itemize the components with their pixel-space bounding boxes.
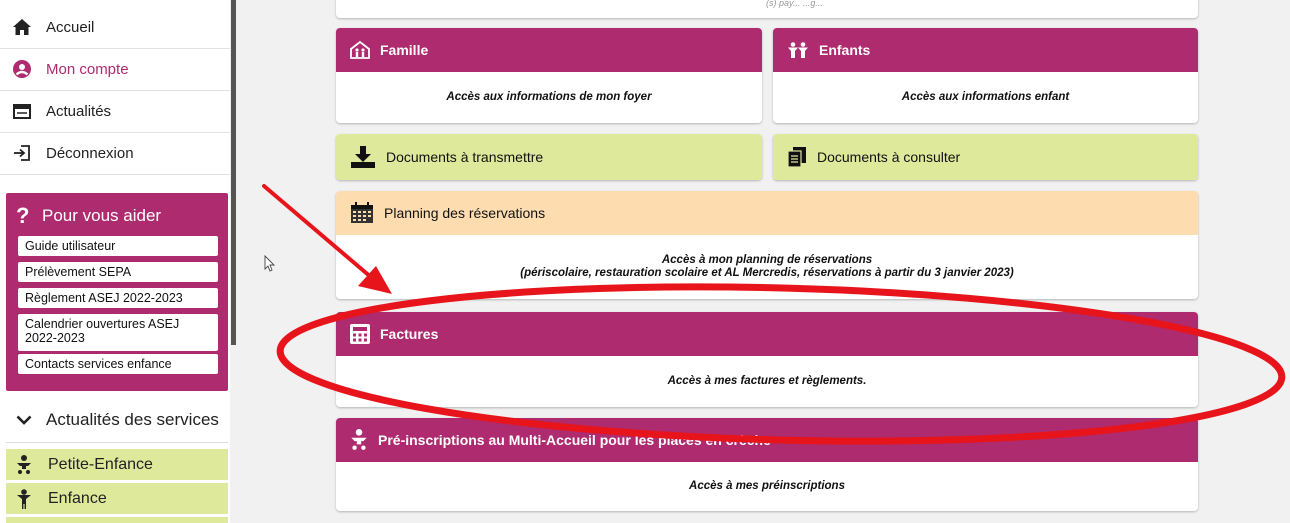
card-docs-view[interactable]: Documents à consulter — [773, 134, 1198, 180]
mouse-cursor-icon — [264, 254, 276, 272]
card-preinscriptions[interactable]: Pré-inscriptions au Multi-Accueil pour l… — [336, 418, 1198, 511]
nav-account-label: Mon compte — [46, 60, 129, 78]
card-planning-body-line2: (périscolaire, restauration scolaire et … — [520, 267, 1014, 279]
chevron-down-icon — [16, 415, 32, 425]
baby-icon — [16, 454, 32, 475]
child-icon — [16, 488, 32, 509]
service-petite-enfance-label: Petite-Enfance — [48, 455, 153, 473]
nav-logout[interactable]: Déconnexion — [0, 132, 230, 175]
card-preinscriptions-title: Pré-inscriptions au Multi-Accueil pour l… — [378, 432, 771, 448]
services-news-label: Actualités des services — [46, 410, 219, 429]
help-link-guide[interactable]: Guide utilisateur — [18, 236, 218, 256]
service-enfance[interactable]: Enfance — [6, 483, 228, 514]
calculator-icon — [350, 324, 370, 344]
baby-icon — [350, 429, 368, 451]
family-icon — [350, 41, 370, 59]
help-title: ? Pour vous aider — [16, 203, 161, 229]
user-circle-icon — [12, 60, 32, 78]
help-link-sepa[interactable]: Prélèvement SEPA — [18, 262, 218, 282]
card-enfants-header: Enfants — [773, 28, 1198, 72]
news-icon — [12, 103, 32, 119]
card-enfants[interactable]: Enfants Accès aux informations enfant — [773, 28, 1198, 123]
card-planning-title: Planning des réservations — [384, 205, 546, 221]
card-famille-title: Famille — [380, 42, 429, 58]
card-famille-header: Famille — [336, 28, 762, 72]
card-docs-send-title: Documents à transmettre — [386, 149, 544, 165]
service-enfance-label: Enfance — [48, 489, 107, 507]
card-planning-header: Planning des réservations — [336, 191, 1198, 235]
help-link-contacts[interactable]: Contacts services enfance — [18, 354, 218, 374]
nav-home-label: Accueil — [46, 18, 95, 36]
card-factures-body: Accès à mes factures et règlements. — [667, 375, 867, 387]
question-icon: ? — [16, 203, 30, 228]
download-icon — [350, 145, 376, 169]
logout-icon — [12, 145, 32, 161]
card-docs-view-header: Documents à consulter — [773, 134, 1198, 180]
sidebar: Accueil Mon compte Actualités Déconnexio… — [0, 0, 230, 523]
service-item-partial — [6, 517, 228, 523]
home-icon — [12, 19, 32, 35]
help-link-reglement[interactable]: Règlement ASEJ 2022-2023 — [18, 288, 218, 308]
card-docs-send[interactable]: Documents à transmettre — [336, 134, 762, 180]
help-link-calendrier[interactable]: Calendrier ouvertures ASEJ 2022-2023 — [18, 314, 218, 351]
card-top-partial-text: (s) pay... ...g... — [766, 0, 823, 8]
services-news-toggle[interactable]: Actualités des services — [6, 398, 228, 443]
card-famille[interactable]: Famille Accès aux informations de mon fo… — [336, 28, 762, 123]
card-factures-title: Factures — [380, 326, 439, 342]
calendar-icon — [350, 202, 374, 224]
card-famille-body: Accès aux informations de mon foyer — [446, 91, 652, 103]
card-enfants-body: Accès aux informations enfant — [901, 91, 1070, 103]
nav-home[interactable]: Accueil — [0, 6, 230, 49]
card-preinscriptions-header: Pré-inscriptions au Multi-Accueil pour l… — [336, 418, 1198, 462]
card-docs-send-header: Documents à transmettre — [336, 134, 762, 180]
card-docs-view-title: Documents à consulter — [817, 149, 961, 165]
sidebar-scrollbar[interactable] — [231, 0, 236, 345]
card-factures[interactable]: Factures Accès à mes factures et règleme… — [336, 312, 1198, 407]
help-panel: ? Pour vous aider Guide utilisateur Prél… — [6, 193, 228, 391]
nav-news-label: Actualités — [46, 102, 112, 120]
nav-logout-label: Déconnexion — [46, 144, 134, 162]
card-top-partial: (s) pay... ...g... — [336, 0, 1198, 18]
card-factures-header: Factures — [336, 312, 1198, 356]
children-icon — [787, 42, 809, 58]
card-preinscriptions-body: Accès à mes préinscriptions — [689, 480, 845, 492]
service-petite-enfance[interactable]: Petite-Enfance — [6, 449, 228, 480]
card-planning[interactable]: Planning des réservations Accès à mon pl… — [336, 191, 1198, 299]
nav-news[interactable]: Actualités — [0, 90, 230, 133]
nav-account[interactable]: Mon compte — [0, 48, 230, 91]
documents-icon — [787, 146, 807, 168]
card-planning-body: Accès à mon planning de réservations (pé… — [336, 235, 1198, 299]
card-enfants-title: Enfants — [819, 42, 871, 58]
card-planning-body-line1: Accès à mon planning de réservations — [661, 254, 873, 266]
help-title-label: Pour vous aider — [42, 206, 162, 225]
